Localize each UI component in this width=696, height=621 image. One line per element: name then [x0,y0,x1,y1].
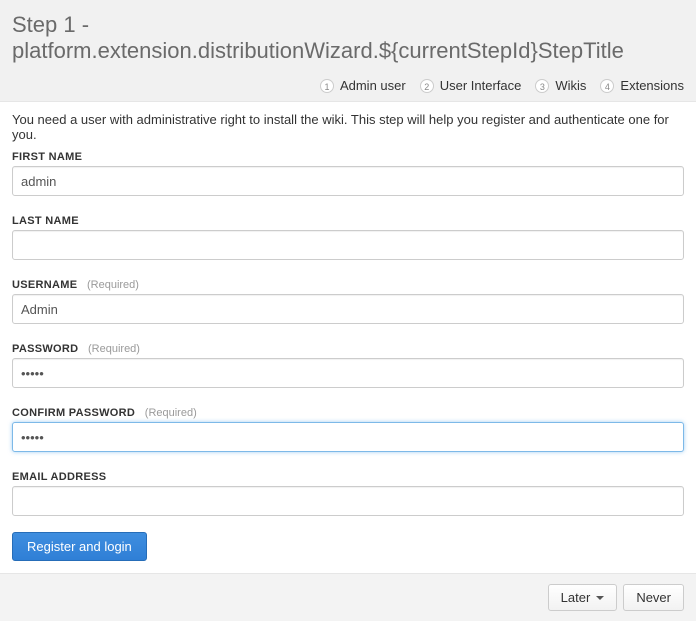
username-input[interactable] [12,294,684,324]
wizard-steps: 1 Admin user 2 User Interface 3 Wikis 4 … [12,78,684,101]
first-name-input[interactable] [12,166,684,196]
password-input[interactable] [12,358,684,388]
field-email: EMAIL ADDRESS [12,468,684,516]
confirm-password-input[interactable] [12,422,684,452]
step-number-icon: 1 [320,79,334,93]
last-name-label: LAST NAME [12,215,79,227]
step-number-icon: 4 [600,79,614,93]
step-user-interface[interactable]: 2 User Interface [420,78,522,93]
step-extensions[interactable]: 4 Extensions [600,78,684,93]
wizard-title: Step 1 - platform.extension.distribution… [12,8,684,78]
later-label: Later [561,590,591,605]
step-label: Extensions [620,78,684,93]
wizard-content: You need a user with administrative righ… [0,102,696,573]
step-number-icon: 2 [420,79,434,93]
field-first-name: FIRST NAME [12,148,684,196]
password-label: PASSWORD [12,343,78,355]
step-label: User Interface [440,78,522,93]
email-input[interactable] [12,486,684,516]
caret-down-icon [596,596,604,600]
field-last-name: LAST NAME [12,212,684,260]
confirm-password-required: (Required) [145,407,197,419]
later-button[interactable]: Later [548,584,618,611]
last-name-input[interactable] [12,230,684,260]
email-label: EMAIL ADDRESS [12,471,106,483]
step-wikis[interactable]: 3 Wikis [535,78,586,93]
wizard-header: Step 1 - platform.extension.distribution… [0,0,696,102]
intro-text: You need a user with administrative righ… [12,112,684,142]
username-required: (Required) [87,279,139,291]
step-label: Admin user [340,78,406,93]
step-label: Wikis [555,78,586,93]
field-username: USERNAME (Required) [12,276,684,324]
field-confirm-password: CONFIRM PASSWORD (Required) [12,404,684,452]
field-password: PASSWORD (Required) [12,340,684,388]
register-login-button[interactable]: Register and login [12,532,147,561]
wizard-footer: Later Never [0,573,696,621]
step-admin-user[interactable]: 1 Admin user [320,78,406,93]
password-required: (Required) [88,343,140,355]
first-name-label: FIRST NAME [12,151,82,163]
confirm-password-label: CONFIRM PASSWORD [12,407,135,419]
username-label: USERNAME [12,279,77,291]
step-number-icon: 3 [535,79,549,93]
never-button[interactable]: Never [623,584,684,611]
